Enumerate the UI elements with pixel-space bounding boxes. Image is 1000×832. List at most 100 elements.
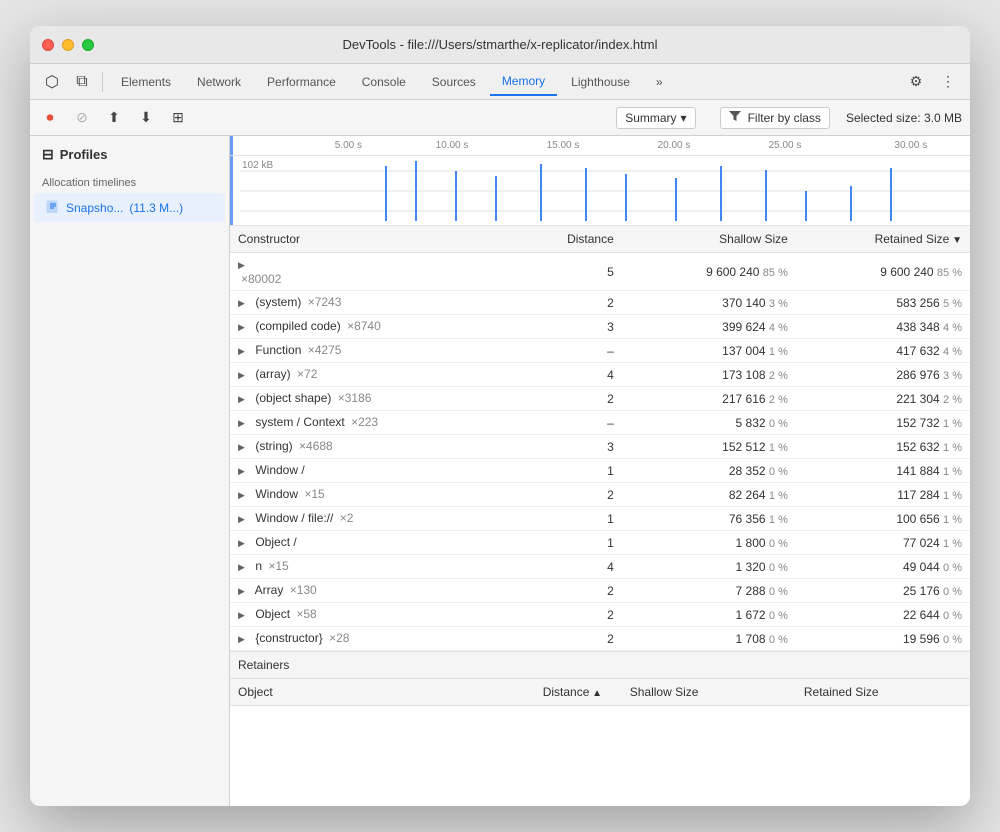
- table-row[interactable]: ▶ (array) ×72 4173 108 2 %286 976 3 %: [230, 363, 970, 387]
- table-row[interactable]: ▶ (compiled code) ×8740 3399 624 4 %438 …: [230, 315, 970, 339]
- table-row[interactable]: ▶ Window / file:// ×2 176 356 1 %100 656…: [230, 507, 970, 531]
- devtools-window: DevTools - file:///Users/stmarthe/x-repl…: [30, 26, 970, 806]
- stop-button: ⊘: [70, 106, 94, 130]
- row-toggle[interactable]: ▶: [238, 538, 250, 550]
- filter-section[interactable]: Filter by class: [720, 107, 830, 129]
- col-shallow[interactable]: Shallow Size: [622, 226, 796, 253]
- cell-distance: 5: [535, 253, 622, 291]
- table-row[interactable]: ▶ Window ×15 282 264 1 %117 284 1 %: [230, 483, 970, 507]
- row-toggle[interactable]: ▶: [238, 394, 250, 406]
- table-row[interactable]: ▶ Object ×58 21 672 0 %22 644 0 %: [230, 603, 970, 627]
- cell-shallow: 82 264 1 %: [622, 483, 796, 507]
- upload-button[interactable]: ⬆: [102, 106, 126, 130]
- constructor-count: ×8740: [347, 319, 381, 333]
- cell-constructor: ▶ {constructor} ×28: [230, 627, 535, 651]
- col-retained[interactable]: Retained Size: [796, 226, 970, 253]
- profiles-label: Profiles: [60, 147, 108, 162]
- row-toggle[interactable]: ▶: [238, 466, 250, 478]
- constructor-name: ×80002: [238, 272, 527, 286]
- row-toggle[interactable]: ▶: [238, 322, 250, 334]
- summary-section: Summary ▾: [616, 107, 695, 129]
- row-toggle[interactable]: ▶: [238, 586, 250, 598]
- tab-elements[interactable]: Elements: [109, 69, 183, 95]
- tab-performance[interactable]: Performance: [255, 69, 348, 95]
- table-row[interactable]: ▶ Function ×4275 –137 004 1 %417 632 4 %: [230, 339, 970, 363]
- sidebar-profiles-header: ⊟ Profiles: [30, 136, 229, 169]
- table-row[interactable]: ▶ {constructor} ×28 21 708 0 %19 596 0 %: [230, 627, 970, 651]
- row-toggle[interactable]: ▶: [238, 298, 250, 310]
- row-toggle[interactable]: ▶: [238, 346, 250, 358]
- constructor-name: Object: [255, 607, 290, 621]
- summary-dropdown[interactable]: Summary ▾: [616, 107, 695, 129]
- tab-lighthouse[interactable]: Lighthouse: [559, 69, 642, 95]
- table-row[interactable]: ▶ (string) ×4688 3152 512 1 %152 632 1 %: [230, 435, 970, 459]
- row-toggle[interactable]: ▶: [238, 634, 250, 646]
- record-button[interactable]: ⏺: [38, 106, 62, 130]
- constructor-count: ×72: [297, 367, 317, 381]
- ruler-tick-1: 5.00 s: [335, 140, 362, 151]
- constructor-name: (array): [255, 367, 290, 381]
- cell-shallow: 5 832 0 %: [622, 411, 796, 435]
- ruler-tick-4: 20.00 s: [658, 140, 691, 151]
- cell-constructor: ▶ ×80002: [230, 253, 535, 291]
- row-toggle[interactable]: ▶: [238, 514, 250, 526]
- close-button[interactable]: [42, 39, 54, 51]
- tab-sources[interactable]: Sources: [420, 69, 488, 95]
- cell-shallow: 9 600 240 85 %: [622, 253, 796, 291]
- constructor-name: Window / file://: [255, 511, 333, 525]
- cell-retained: 100 656 1 %: [796, 507, 970, 531]
- table-row[interactable]: ▶ Object / 11 800 0 %77 024 1 %: [230, 531, 970, 555]
- download-button[interactable]: ⬇: [134, 106, 158, 130]
- tab-more[interactable]: »: [644, 69, 675, 95]
- table-row[interactable]: ▶ Window / 128 352 0 %141 884 1 %: [230, 459, 970, 483]
- layers-icon[interactable]: ⧉: [68, 68, 96, 96]
- title-bar: DevTools - file:///Users/stmarthe/x-repl…: [30, 26, 970, 64]
- sidebar-item-snapshot[interactable]: Snapsho... (11.3 M...): [34, 193, 225, 222]
- retainers-empty-row: [230, 706, 970, 786]
- row-toggle[interactable]: ▶: [238, 260, 250, 272]
- maximize-button[interactable]: [82, 39, 94, 51]
- row-toggle[interactable]: ▶: [238, 370, 250, 382]
- row-toggle[interactable]: ▶: [238, 442, 250, 454]
- sidebar: ⊟ Profiles Allocation timelines Snapsho.…: [30, 136, 230, 806]
- cell-distance: 2: [535, 579, 622, 603]
- cell-distance: 3: [535, 315, 622, 339]
- allocation-timelines-label: Allocation timelines: [30, 169, 229, 193]
- cell-retained: 25 176 0 %: [796, 579, 970, 603]
- row-toggle[interactable]: ▶: [238, 418, 250, 430]
- tab-memory[interactable]: Memory: [490, 68, 557, 96]
- tab-console[interactable]: Console: [350, 69, 418, 95]
- table-row[interactable]: ▶ n ×15 41 320 0 %49 044 0 %: [230, 555, 970, 579]
- cell-shallow: 173 108 2 %: [622, 363, 796, 387]
- table-row[interactable]: ▶ system / Context ×223 –5 832 0 %152 73…: [230, 411, 970, 435]
- table-row[interactable]: ▶ Array ×130 27 288 0 %25 176 0 %: [230, 579, 970, 603]
- constructor-name: (compiled code): [255, 319, 340, 333]
- minimize-button[interactable]: [62, 39, 74, 51]
- table-row[interactable]: ▶ ×80002 59 600 240 85 %9 600 240 85 %: [230, 253, 970, 291]
- retainers-col-distance[interactable]: Distance: [535, 679, 622, 706]
- retainers-col-shallow[interactable]: Shallow Size: [622, 679, 796, 706]
- traffic-lights: [42, 39, 94, 51]
- settings-icon[interactable]: ⚙: [902, 68, 930, 96]
- tab-network[interactable]: Network: [185, 69, 253, 95]
- col-distance[interactable]: Distance: [535, 226, 622, 253]
- cell-retained: 117 284 1 %: [796, 483, 970, 507]
- table-row[interactable]: ▶ (system) ×7243 2370 140 3 %583 256 5 %: [230, 291, 970, 315]
- constructor-name: n: [255, 559, 262, 573]
- action-bar: ⏺ ⊘ ⬆ ⬇ ⊞ Summary ▾ Filter by class Sele…: [30, 100, 970, 136]
- cell-constructor: ▶ n ×15: [230, 555, 535, 579]
- table-row[interactable]: ▶ (object shape) ×3186 2217 616 2 %221 3…: [230, 387, 970, 411]
- retainers-section: Retainers Object Distance Shallow Size R…: [230, 651, 970, 786]
- row-toggle[interactable]: ▶: [238, 562, 250, 574]
- constructor-count: ×15: [304, 487, 324, 501]
- more-icon[interactable]: ⋮: [934, 68, 962, 96]
- row-toggle[interactable]: ▶: [238, 610, 250, 622]
- retainers-col-retained[interactable]: Retained Size: [796, 679, 970, 706]
- cursor-icon[interactable]: ⬡: [38, 68, 66, 96]
- data-table-container[interactable]: Constructor Distance Shallow Size Retain…: [230, 226, 970, 806]
- constructor-name: Window /: [255, 463, 304, 477]
- row-toggle[interactable]: ▶: [238, 490, 250, 502]
- grid-button[interactable]: ⊞: [166, 106, 190, 130]
- constructor-name: system / Context: [255, 415, 344, 429]
- cell-shallow: 217 616 2 %: [622, 387, 796, 411]
